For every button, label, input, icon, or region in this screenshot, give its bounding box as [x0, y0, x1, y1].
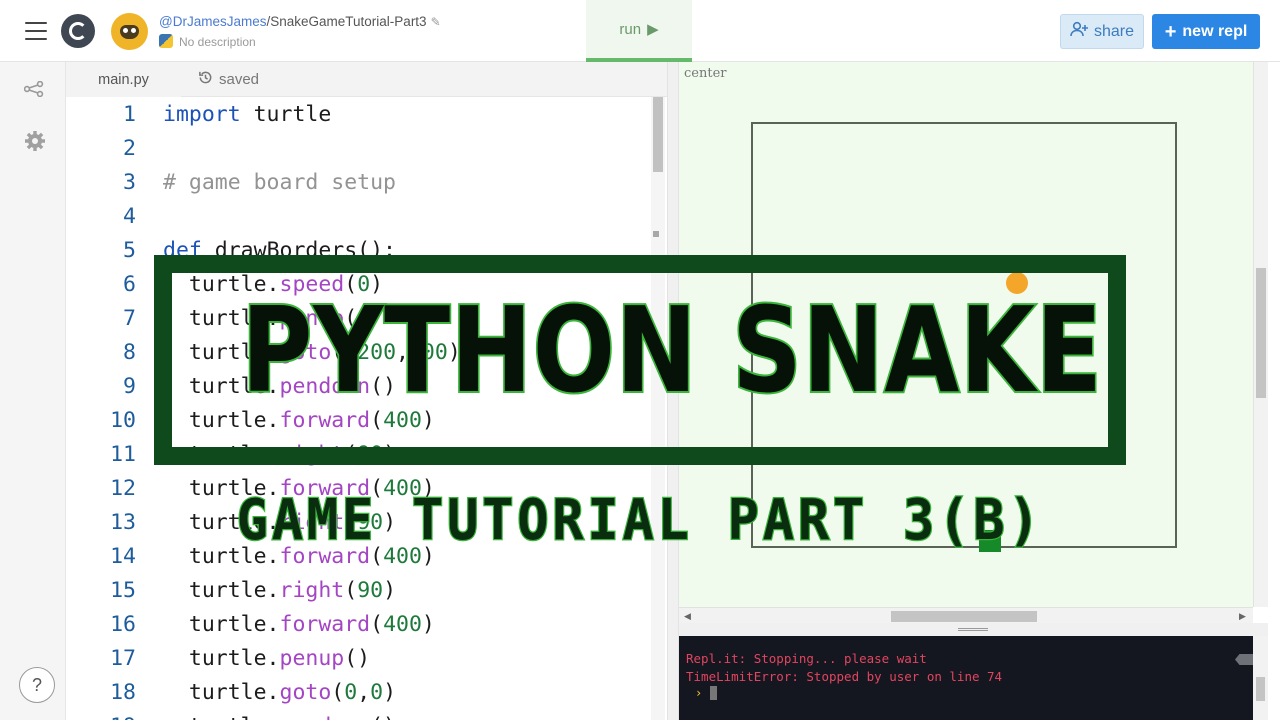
canvas-label: center	[684, 66, 727, 81]
repl-name[interactable]: SnakeGameTutorial-Part3	[270, 14, 426, 29]
line-number: 13	[110, 510, 136, 535]
run-button[interactable]: run ▶	[586, 0, 692, 62]
console-line: TimeLimitError: Stopped by user on line …	[686, 669, 1003, 684]
code-line[interactable]: 18 turtle.goto(0,0)	[66, 676, 651, 710]
hamburger-icon[interactable]	[25, 22, 47, 40]
clear-console-icon[interactable]	[1235, 654, 1253, 665]
code-line[interactable]: 4	[66, 200, 651, 234]
canvas-hscroll-thumb[interactable]	[891, 611, 1037, 622]
line-number: 4	[123, 204, 136, 229]
question-icon: ?	[31, 674, 42, 695]
plus-icon: +	[1164, 20, 1177, 43]
repl-workspace: @DrJamesJames/SnakeGameTutorial-Part3 ✎ N…	[0, 0, 1280, 720]
repl-description[interactable]: No description	[159, 34, 256, 49]
code-text[interactable]: import turtle	[163, 98, 331, 132]
gear-icon[interactable]	[24, 130, 46, 158]
line-number: 6	[123, 272, 136, 297]
line-number: 14	[110, 544, 136, 569]
code-text[interactable]: turtle.right(90)	[163, 574, 396, 608]
line-number: 17	[110, 646, 136, 671]
play-icon: ▶	[647, 21, 659, 38]
share-button[interactable]: share	[1060, 14, 1144, 49]
line-number: 1	[123, 102, 136, 127]
new-repl-button[interactable]: + new repl	[1152, 14, 1260, 49]
new-repl-label: new repl	[1182, 22, 1248, 40]
run-label: run	[619, 20, 642, 38]
console-prompt: ›	[695, 686, 703, 700]
editor-scroll-thumb[interactable]	[653, 97, 663, 172]
line-number: 12	[110, 476, 136, 501]
scrollbar-marker	[653, 231, 659, 237]
console-splitter[interactable]	[679, 623, 1268, 636]
left-rail: ?	[0, 62, 66, 720]
drag-handle-icon[interactable]	[958, 628, 988, 631]
line-number: 3	[123, 170, 136, 195]
repl-user-link[interactable]: @DrJamesJames	[159, 14, 266, 29]
code-text[interactable]: turtle.goto(0,0)	[163, 676, 396, 710]
line-number: 15	[110, 578, 136, 603]
code-line[interactable]: 3 # game board setup	[66, 166, 651, 200]
code-text[interactable]: turtle.forward(400)	[163, 608, 435, 642]
line-number: 18	[110, 680, 136, 705]
line-number: 11	[110, 442, 136, 467]
line-number: 8	[123, 340, 136, 365]
console-cursor[interactable]	[710, 686, 717, 700]
code-line[interactable]: 16 turtle.forward(400)	[66, 608, 651, 642]
python-icon	[159, 34, 173, 48]
line-number: 7	[123, 306, 136, 331]
overlay-title: PYTHON SNAKE	[240, 281, 1104, 419]
avatar[interactable]	[111, 13, 148, 50]
tab-main-py[interactable]: main.py	[66, 62, 181, 97]
line-number: 16	[110, 612, 136, 637]
line-number: 2	[123, 136, 136, 161]
line-number: 19	[66, 710, 136, 720]
console-scrollbar[interactable]	[1253, 636, 1268, 720]
code-line[interactable]: 17 turtle.penup()	[66, 642, 651, 676]
console-line: Repl.it: Stopping... please wait	[686, 651, 927, 666]
scroll-right-icon[interactable]: ▶	[1239, 608, 1246, 624]
user-plus-icon	[1070, 21, 1088, 42]
top-bar: @DrJamesJames/SnakeGameTutorial-Part3 ✎ N…	[0, 0, 1280, 62]
overlay-subtitle: GAME TUTORIAL PART 3(B)	[235, 487, 1044, 555]
code-line[interactable]: 19 turtle.pendown()	[66, 710, 651, 720]
code-comment[interactable]: # game board setup	[163, 166, 396, 200]
line-number: 9	[123, 374, 136, 399]
console[interactable]: Repl.it: Stopping... please wait TimeLim…	[679, 636, 1253, 720]
replit-logo[interactable]	[61, 14, 95, 48]
code-line[interactable]: 15 turtle.right(90)	[66, 574, 651, 608]
share-nodes-icon[interactable]	[23, 80, 44, 103]
save-status-label: saved	[219, 71, 260, 88]
pencil-icon[interactable]: ✎	[431, 15, 441, 29]
code-line[interactable]: 1 import turtle	[66, 98, 651, 132]
canvas-vertical-scrollbar[interactable]	[1253, 62, 1268, 607]
save-status: saved	[198, 62, 259, 97]
code-text[interactable]: turtle.penup()	[163, 642, 370, 676]
canvas-horizontal-scrollbar[interactable]: ◀ ▶	[679, 607, 1253, 623]
repl-title[interactable]: @DrJamesJames/SnakeGameTutorial-Part3 ✎	[159, 14, 441, 29]
line-number: 5	[123, 238, 136, 263]
history-icon	[198, 70, 213, 89]
console-scroll-thumb[interactable]	[1256, 677, 1265, 701]
code-text[interactable]: turtle.pendown()	[163, 710, 396, 720]
line-number: 10	[110, 408, 136, 433]
help-button[interactable]: ?	[19, 667, 55, 703]
canvas-vscroll-thumb[interactable]	[1256, 268, 1266, 398]
editor-tabs: main.py saved	[66, 62, 667, 97]
code-line[interactable]: 2	[66, 132, 651, 166]
scroll-left-icon[interactable]: ◀	[684, 608, 691, 624]
share-label: share	[1093, 22, 1135, 40]
description-text: No description	[179, 35, 256, 49]
